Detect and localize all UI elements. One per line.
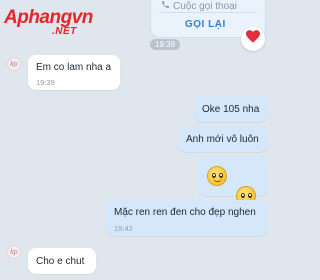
call-divider: [159, 12, 257, 13]
message-time: 19:39: [36, 78, 55, 87]
message-bubble-outgoing[interactable]: Oke 105 nha: [194, 96, 268, 122]
message-bubble-outgoing[interactable]: Anh mới vô luôn: [178, 126, 268, 152]
message-text: Oke 105 nha: [202, 104, 260, 115]
message-time: 19:42: [114, 224, 133, 233]
avatar-initials: kp: [10, 60, 18, 68]
logo-brand: Aphang: [4, 7, 72, 28]
logo-suffix: vn: [71, 7, 94, 28]
avatar[interactable]: kp: [7, 245, 21, 259]
avatar[interactable]: kp: [7, 57, 21, 71]
logo-sub: .NET: [52, 26, 77, 37]
message-bubble-outgoing-emoji[interactable]: [198, 156, 268, 206]
heart-icon: [246, 30, 260, 48]
call-timestamp: 19:39: [150, 39, 181, 50]
avatar-initials: kp: [10, 248, 18, 256]
call-back-button[interactable]: GỌI LẠI: [185, 19, 226, 30]
call-title-row: Cuộc gọi thoại: [161, 0, 237, 12]
reaction-button[interactable]: [241, 27, 265, 51]
phone-icon: [161, 0, 170, 12]
message-bubble-incoming[interactable]: Em co lam nha a 19:39: [28, 55, 120, 90]
message-text: Cho e chut: [36, 256, 85, 267]
smiling-face-emoji: [207, 166, 227, 186]
watermark-logo: Aphangvn .NET: [4, 8, 96, 42]
message-bubble-incoming[interactable]: Cho e chut: [28, 248, 96, 274]
message-text: Em co lam nha a: [36, 62, 112, 73]
message-text: Anh mới vô luôn: [186, 134, 259, 145]
message-bubble-outgoing[interactable]: Mặc ren ren đen cho đẹp nghen 19:42: [106, 200, 268, 236]
call-title: Cuộc gọi thoại: [173, 0, 237, 12]
message-text: Mặc ren ren đen cho đẹp nghen: [114, 207, 256, 218]
